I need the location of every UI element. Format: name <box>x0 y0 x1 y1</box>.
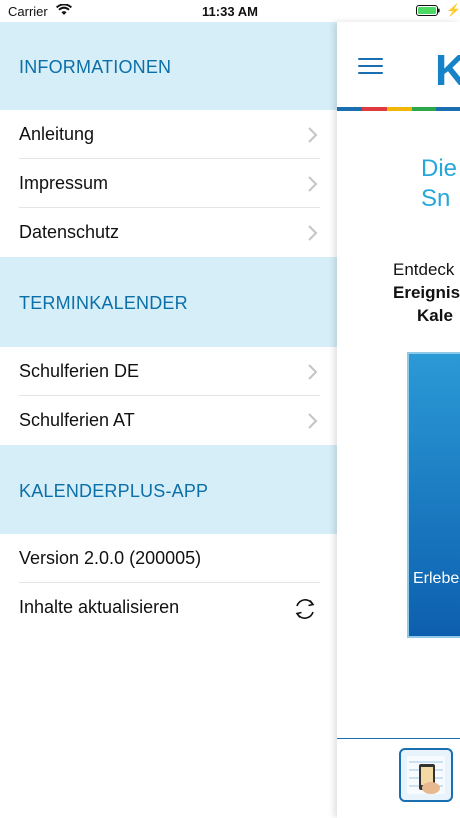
menu-item-label: Schulferien AT <box>19 410 135 430</box>
teaser-title: Die Sn <box>421 155 458 212</box>
menu-item-label: Datenschutz <box>19 222 120 242</box>
refresh-icon[interactable] <box>290 594 320 624</box>
section-title: TERMINKALENDER <box>19 293 188 313</box>
section-title: INFORMATIONEN <box>19 57 172 77</box>
app-logo: K <box>435 46 460 95</box>
menu-item-schulferien-de[interactable]: Schulferien DE <box>0 347 337 396</box>
charging-icon: ⚡ <box>446 3 460 17</box>
phone-calendar-icon <box>407 756 445 794</box>
clock: 11:33 AM <box>202 4 258 19</box>
menu-item-label: Schulferien DE <box>19 361 140 381</box>
version-row: Version 2.0.0 (200005) <box>0 534 337 583</box>
battery-icon <box>416 5 440 16</box>
hamburger-icon[interactable] <box>358 58 383 76</box>
app-thumbnail-icon[interactable] <box>399 748 453 802</box>
divider <box>337 738 460 739</box>
chevron-right-icon <box>308 225 318 241</box>
teaser-line: Kale <box>417 306 453 325</box>
menu-item-schulferien-at[interactable]: Schulferien AT <box>0 396 337 445</box>
section-informationen: INFORMATIONEN <box>0 22 337 110</box>
menu-item-anleitung[interactable]: Anleitung <box>0 110 337 159</box>
promo-text: Erlebe <box>413 570 460 587</box>
teaser-line: Ereignis <box>393 283 460 302</box>
main-content-panel[interactable]: K Die Sn Entdeck Ereignis Kale Erlebe <box>337 22 460 818</box>
menu-item-datenschutz[interactable]: Datenschutz <box>0 208 337 257</box>
section-terminkalender: TERMINKALENDER <box>0 257 337 347</box>
menu-item-label: Anleitung <box>19 124 95 144</box>
chevron-right-icon <box>308 413 318 429</box>
version-label: Version 2.0.0 (200005) <box>19 548 202 568</box>
update-content-label: Inhalte aktualisieren <box>19 597 180 617</box>
promo-banner[interactable]: Erlebe <box>407 352 460 638</box>
status-bar: Carrier 11:33 AM ⚡ <box>0 0 460 22</box>
update-content-row[interactable]: Inhalte aktualisieren <box>0 583 337 632</box>
chevron-right-icon <box>308 127 318 143</box>
section-title: KALENDERPLUS-APP <box>19 481 209 501</box>
chevron-right-icon <box>308 364 318 380</box>
menu-item-label: Impressum <box>19 173 109 193</box>
section-kalenderplus-app: KALENDERPLUS-APP <box>0 445 337 534</box>
menu-item-impressum[interactable]: Impressum <box>0 159 337 208</box>
teaser-subtitle: Entdeck Ereignis Kale <box>393 258 460 327</box>
teaser-line: Entdeck <box>393 260 455 279</box>
chevron-right-icon <box>308 176 318 192</box>
side-menu: INFORMATIONEN Anleitung Impressum Datens… <box>0 0 337 818</box>
color-stripe <box>337 107 460 111</box>
